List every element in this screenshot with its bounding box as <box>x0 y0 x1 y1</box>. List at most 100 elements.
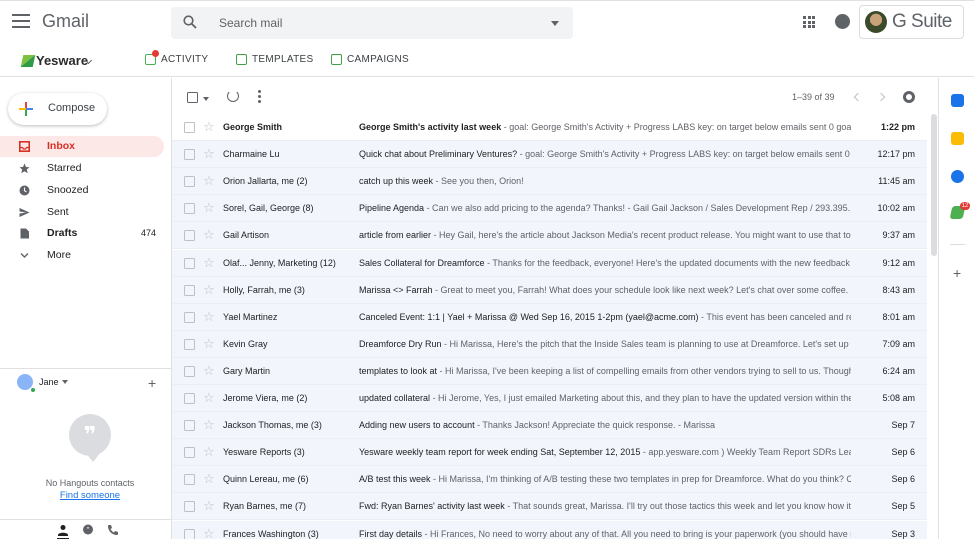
keep-icon[interactable] <box>951 132 964 145</box>
pagination-text: 1–39 of 39 <box>792 92 835 102</box>
sidebar-item-starred[interactable]: Starred <box>0 158 164 179</box>
row-checkbox[interactable] <box>184 365 195 377</box>
row-checkbox[interactable] <box>184 393 195 404</box>
table-row[interactable]: ☆ George Smith George Smith's activity las… <box>172 114 927 141</box>
star-icon[interactable]: ☆ <box>203 282 215 298</box>
star-icon[interactable]: ☆ <box>203 498 215 514</box>
row-checkbox[interactable] <box>184 149 195 161</box>
row-checkbox[interactable] <box>184 338 195 350</box>
star-icon[interactable]: ☆ <box>203 173 215 189</box>
star-icon[interactable]: ☆ <box>203 227 215 243</box>
phone-icon[interactable] <box>107 524 119 536</box>
email-subject: Dreamforce Dry Run <box>359 338 442 349</box>
star-icon[interactable]: ☆ <box>203 444 215 460</box>
add-contact-icon[interactable]: + <box>148 375 156 391</box>
row-checkbox[interactable] <box>184 122 195 133</box>
table-row[interactable]: ☆ Orion Jallarta, me (2) catch up this wee… <box>172 168 927 196</box>
email-sender: Frances Washington (3) <box>223 528 319 539</box>
main-menu-icon[interactable] <box>12 14 30 28</box>
table-row[interactable]: ☆ Ryan Barnes, me (7) Fwd: Ryan Barnes' ac… <box>172 493 927 521</box>
row-checkbox[interactable] <box>184 501 195 513</box>
row-checkbox[interactable] <box>184 447 195 459</box>
star-icon[interactable]: ☆ <box>203 255 215 271</box>
table-row[interactable]: ☆ Jerome Viera, me (2) updated collateral … <box>172 385 927 412</box>
table-row[interactable]: ☆ Gail Artison article from earlier - Hey … <box>172 222 927 250</box>
more-options-icon[interactable] <box>258 90 261 105</box>
search-icon[interactable] <box>183 15 197 29</box>
row-checkbox[interactable] <box>184 528 195 539</box>
table-row[interactable]: ☆ Quinn Lereau, me (6) A/B test this week … <box>172 466 927 494</box>
mail-toolbar: 1–39 of 39 <box>172 78 930 114</box>
table-row[interactable]: ☆ Olaf... Jenny, Marketing (12) Sales Coll… <box>172 249 927 277</box>
gmail-logo[interactable]: Gmail <box>42 11 89 32</box>
row-checkbox[interactable] <box>184 311 195 323</box>
row-checkbox[interactable] <box>184 257 195 269</box>
star-icon[interactable]: ☆ <box>203 200 215 216</box>
gear-icon[interactable] <box>903 91 915 103</box>
table-row[interactable]: ☆ Holly, Farrah, me (3) Marissa <> Farrah … <box>172 276 927 304</box>
chevron-down-icon[interactable] <box>62 380 68 384</box>
row-checkbox[interactable] <box>184 284 195 296</box>
search-input[interactable] <box>219 14 539 32</box>
star-icon[interactable]: ☆ <box>203 336 215 352</box>
tab-campaigns[interactable]: CAMPAIGNS <box>331 54 409 65</box>
search-bar[interactable] <box>171 7 573 39</box>
star-icon[interactable]: ☆ <box>203 471 215 487</box>
divider <box>0 368 172 369</box>
email-date: 1:22 pm <box>880 122 915 132</box>
scrollbar-thumb[interactable] <box>931 114 937 256</box>
add-addon-icon[interactable]: + <box>953 265 961 281</box>
table-row[interactable]: ☆ Jackson Thomas, me (3) Adding new users … <box>172 412 927 440</box>
avatar[interactable] <box>865 11 887 33</box>
chevron-left-icon[interactable] <box>853 92 863 102</box>
refresh-icon[interactable] <box>227 90 239 102</box>
email-subject-line: updated collateral - Hi Jerome, Yes, I j… <box>359 393 851 403</box>
select-options-icon[interactable] <box>203 97 209 101</box>
star-icon[interactable]: ☆ <box>203 417 215 433</box>
account-switcher[interactable]: G Suite <box>859 5 964 39</box>
search-options-icon[interactable] <box>551 21 559 26</box>
row-checkbox[interactable] <box>184 230 195 242</box>
row-checkbox[interactable] <box>184 203 195 215</box>
table-row[interactable]: ☆ Yael Martinez Canceled Event: 1:1 | Yael… <box>172 303 927 331</box>
top-bar: Gmail G Suite <box>0 0 974 44</box>
star-icon[interactable]: ☆ <box>203 390 215 406</box>
table-row[interactable]: ☆ Sorel, Gail, George (8) Pipeline Agenda … <box>172 195 927 223</box>
table-row[interactable]: ☆ Gary Martin templates to look at - Hi Ma… <box>172 357 927 385</box>
email-sender: Sorel, Gail, George (8) <box>223 203 314 214</box>
sidebar-item-drafts[interactable]: Drafts 474 <box>0 223 164 244</box>
table-row[interactable]: ☆ Kevin Gray Dreamforce Dry Run - Hi Maris… <box>172 330 927 358</box>
row-checkbox[interactable] <box>184 474 195 486</box>
tasks-icon[interactable] <box>951 170 964 183</box>
apps-grid-icon[interactable] <box>803 16 815 28</box>
scrollbar[interactable] <box>930 114 938 539</box>
chevron-right-icon[interactable] <box>876 92 886 102</box>
notifications-icon[interactable] <box>835 14 850 29</box>
compose-button[interactable]: Compose <box>8 93 107 125</box>
person-icon[interactable] <box>57 524 69 539</box>
select-all-checkbox[interactable] <box>187 92 198 103</box>
email-subject-line: A/B test this week - Hi Marissa, I'm thi… <box>359 474 851 484</box>
table-row[interactable]: ☆ Charmaine Lu Quick chat about Preliminar… <box>172 141 927 169</box>
star-icon[interactable]: ☆ <box>203 363 215 379</box>
tab-activity[interactable]: ACTIVITY <box>145 50 208 65</box>
star-icon[interactable]: ☆ <box>203 309 215 325</box>
row-checkbox[interactable] <box>184 176 195 188</box>
tab-templates[interactable]: TEMPLATES <box>236 54 313 65</box>
row-checkbox[interactable] <box>184 420 195 432</box>
find-someone-link[interactable]: Find someone <box>0 490 180 501</box>
yesware-menu[interactable]: Yesware <box>20 53 88 68</box>
email-sender: Charmaine Lu <box>223 149 280 160</box>
table-row[interactable]: ☆ Yesware Reports (3) Yesware weekly team … <box>172 439 927 467</box>
sidebar-item-more[interactable]: More <box>0 245 164 266</box>
star-icon[interactable]: ☆ <box>203 526 215 539</box>
calendar-icon[interactable] <box>951 94 964 107</box>
star-icon[interactable]: ☆ <box>203 119 215 135</box>
sidebar-item-snoozed[interactable]: Snoozed <box>0 180 164 201</box>
chat-bubble-icon[interactable]: " <box>82 524 94 536</box>
table-row[interactable]: ☆ Frances Washington (3) First day details… <box>172 520 927 539</box>
sidebar-item-sent[interactable]: Sent <box>0 202 164 223</box>
star-icon[interactable]: ☆ <box>203 146 215 162</box>
sidebar-item-inbox[interactable]: Inbox <box>0 136 164 157</box>
hangouts-user-name[interactable]: Jane <box>39 377 59 387</box>
